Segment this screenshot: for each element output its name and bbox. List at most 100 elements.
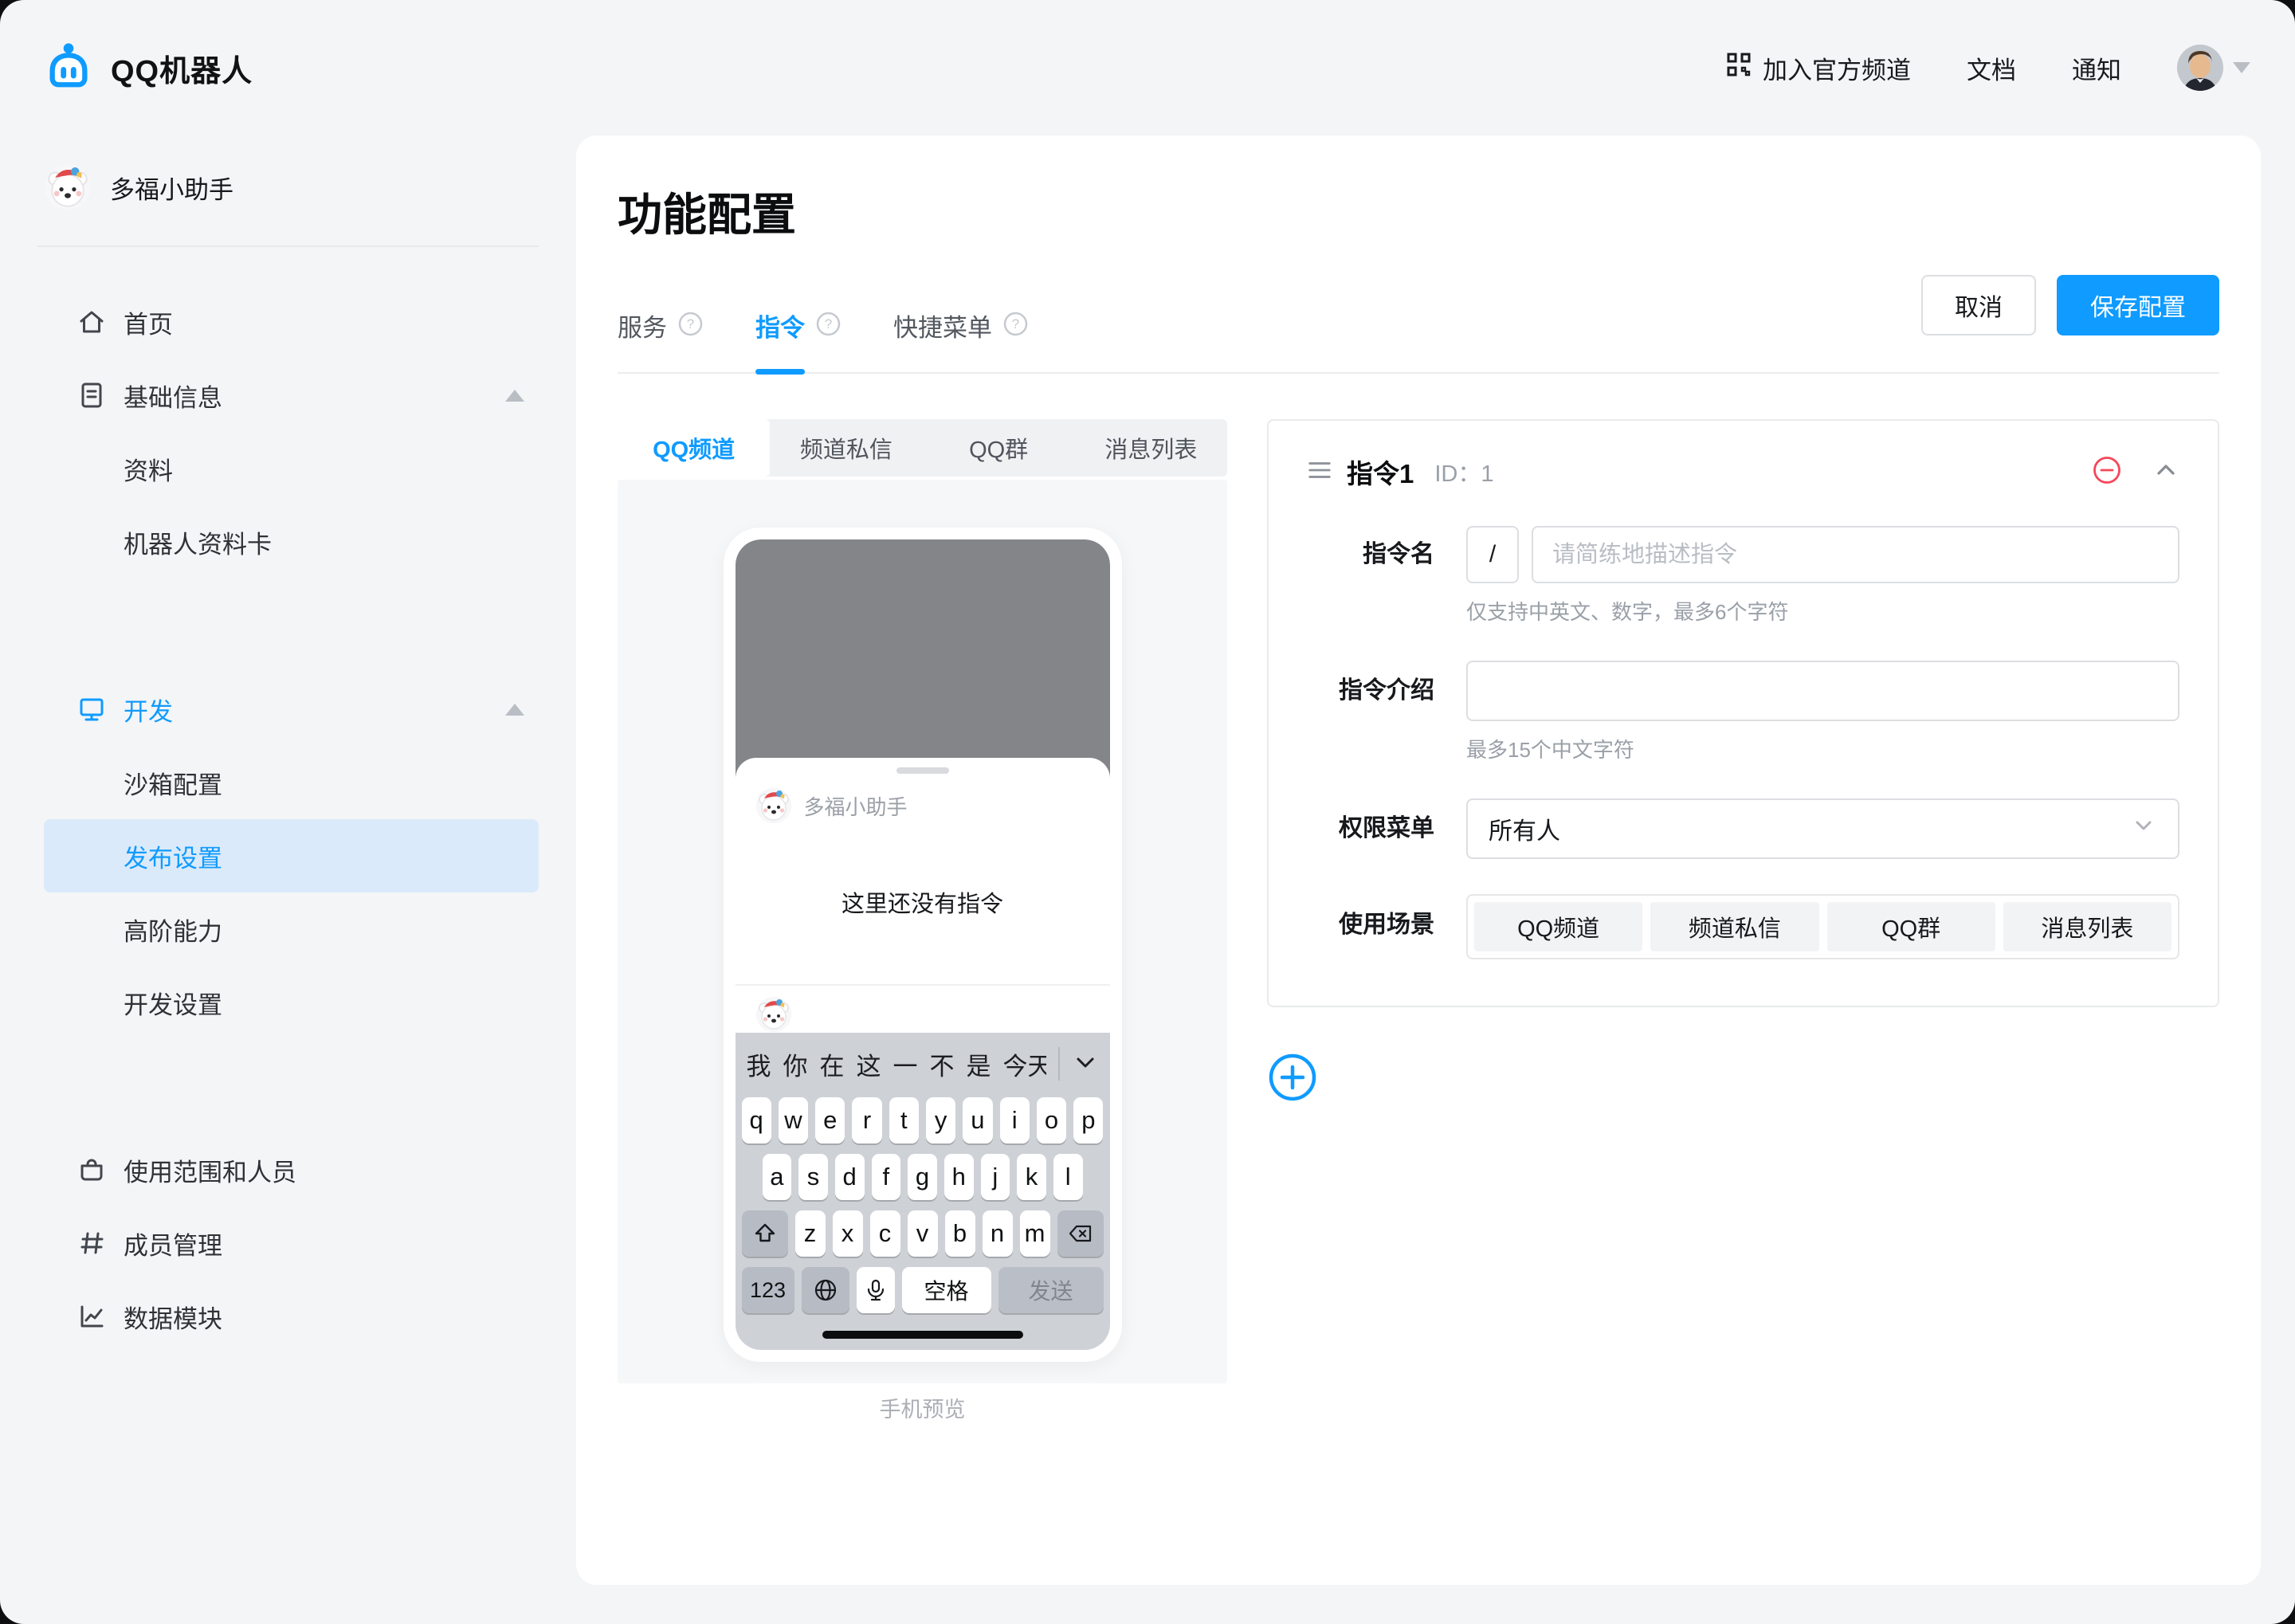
command-desc-input[interactable]: [1466, 661, 2179, 721]
sidebar-item-scope-and-people[interactable]: 使用范围和人员: [44, 1133, 539, 1206]
shift-key[interactable]: [742, 1210, 788, 1257]
chevron-down-icon: [2233, 62, 2250, 73]
save-config-button[interactable]: 保存配置: [2057, 275, 2219, 335]
suggestion[interactable]: 今天: [1003, 1046, 1046, 1082]
tab-service[interactable]: 服务 ?: [618, 308, 703, 372]
tab-quick-menu[interactable]: 快捷菜单 ?: [893, 308, 1028, 372]
key-w[interactable]: w: [779, 1097, 808, 1143]
sidebar-item-publish-settings[interactable]: 发布设置: [44, 819, 539, 892]
suggestion[interactable]: 是: [967, 1046, 991, 1082]
suggestion[interactable]: 不: [930, 1046, 955, 1082]
chevron-down-icon: [2130, 812, 2157, 845]
key-h[interactable]: h: [944, 1154, 974, 1200]
preview-tab-qq-group[interactable]: QQ群: [923, 419, 1075, 477]
key-u[interactable]: u: [963, 1097, 992, 1143]
send-key[interactable]: 发送: [998, 1267, 1104, 1313]
help-icon[interactable]: ?: [1003, 312, 1028, 340]
preview-tab-channel-dm[interactable]: 频道私信: [770, 419, 922, 477]
remove-command-icon[interactable]: [2092, 455, 2122, 489]
bot-avatar: [756, 788, 791, 823]
key-a[interactable]: a: [763, 1154, 792, 1200]
preview-tab-qq-channel[interactable]: QQ频道: [618, 419, 770, 477]
sidebar-item-basic-info[interactable]: 基础信息: [44, 359, 539, 432]
command-editor-column: 指令1 ID：1 指令名: [1267, 419, 2219, 1383]
nav-join-official-channel[interactable]: 加入官方频道: [1726, 50, 1911, 86]
sidebar-item-development[interactable]: 开发: [44, 673, 539, 746]
key-v[interactable]: v: [908, 1210, 938, 1257]
key-l[interactable]: l: [1053, 1154, 1083, 1200]
phone-mockup: 多福小助手 这里还没有指令: [724, 528, 1122, 1362]
chevron-down-icon[interactable]: [1072, 1049, 1099, 1080]
key-o[interactable]: o: [1037, 1097, 1066, 1143]
suggestion[interactable]: 你: [783, 1046, 808, 1082]
nav-notifications[interactable]: 通知: [2072, 50, 2121, 86]
preview-tab-message-list[interactable]: 消息列表: [1075, 419, 1227, 477]
preview-scene-tabs: QQ频道 频道私信 QQ群 消息列表: [618, 419, 1227, 477]
scene-channel-dm[interactable]: 频道私信: [1650, 902, 1818, 951]
scene-message-list[interactable]: 消息列表: [2003, 902, 2171, 951]
home-indicator[interactable]: [822, 1331, 1023, 1339]
collapse-arrow-icon[interactable]: [505, 704, 524, 716]
sidebar-item-home[interactable]: 首页: [44, 285, 539, 359]
suggestion[interactable]: 一: [893, 1046, 918, 1082]
key-j[interactable]: j: [981, 1154, 1010, 1200]
sidebar-item-dev-settings[interactable]: 开发设置: [44, 966, 539, 1039]
scene-qq-channel[interactable]: QQ频道: [1474, 902, 1642, 951]
sidebar-item-profile[interactable]: 资料: [44, 432, 539, 505]
qq-bot-logo-icon: [44, 41, 93, 95]
space-key[interactable]: 空格: [902, 1267, 991, 1313]
user-menu[interactable]: [2177, 45, 2250, 91]
suggestion[interactable]: 我: [747, 1046, 771, 1082]
backspace-key[interactable]: [1057, 1210, 1104, 1257]
key-m[interactable]: m: [1020, 1210, 1050, 1257]
add-command-button[interactable]: [1267, 1052, 1318, 1103]
key-p[interactable]: p: [1073, 1097, 1103, 1143]
key-f[interactable]: f: [872, 1154, 901, 1200]
permission-select[interactable]: 所有人: [1466, 798, 2179, 859]
collapse-card-icon[interactable]: [2152, 457, 2179, 488]
sender-avatar-tab[interactable]: [736, 986, 1110, 1033]
suggestion[interactable]: 这: [857, 1046, 881, 1082]
field-label: 使用场景: [1307, 894, 1434, 959]
key-i[interactable]: i: [1000, 1097, 1030, 1143]
key-g[interactable]: g: [908, 1154, 937, 1200]
bot-avatar: [756, 997, 791, 1032]
suggestion[interactable]: 在: [820, 1046, 845, 1082]
help-icon[interactable]: ?: [678, 312, 703, 340]
nav-docs[interactable]: 文档: [1967, 50, 2016, 86]
key-x[interactable]: x: [833, 1210, 863, 1257]
key-k[interactable]: k: [1017, 1154, 1046, 1200]
key-z[interactable]: z: [795, 1210, 826, 1257]
bot-profile[interactable]: 多福小助手: [0, 135, 576, 245]
svg-text:?: ?: [687, 316, 694, 331]
key-y[interactable]: y: [926, 1097, 955, 1143]
sidebar-item-bot-card[interactable]: 机器人资料卡: [44, 505, 539, 579]
command-sheet: 多福小助手 这里还没有指令: [736, 758, 1110, 1033]
key-d[interactable]: d: [835, 1154, 865, 1200]
mic-key[interactable]: [857, 1267, 895, 1313]
key-e[interactable]: e: [815, 1097, 845, 1143]
drag-handle-icon[interactable]: [1307, 458, 1332, 486]
command-content: QQ频道 频道私信 QQ群 消息列表: [618, 419, 2219, 1383]
collapse-arrow-icon[interactable]: [505, 390, 524, 402]
command-name-input[interactable]: [1532, 526, 2179, 583]
key-b[interactable]: b: [945, 1210, 975, 1257]
scene-qq-group[interactable]: QQ群: [1827, 902, 1995, 951]
key-q[interactable]: q: [742, 1097, 771, 1143]
key-r[interactable]: r: [852, 1097, 881, 1143]
help-icon[interactable]: ?: [816, 312, 841, 340]
key-c[interactable]: c: [870, 1210, 900, 1257]
sidebar-item-sandbox-config[interactable]: 沙箱配置: [44, 746, 539, 819]
key-n[interactable]: n: [983, 1210, 1013, 1257]
sidebar-item-member-management[interactable]: 成员管理: [44, 1206, 539, 1280]
sidebar-item-advanced-ability[interactable]: 高阶能力: [44, 892, 539, 966]
key-t[interactable]: t: [889, 1097, 919, 1143]
sidebar-item-data-module[interactable]: 数据模块: [44, 1280, 539, 1353]
globe-key[interactable]: [802, 1267, 849, 1313]
numbers-key[interactable]: 123: [742, 1267, 794, 1313]
tab-command[interactable]: 指令 ?: [755, 308, 841, 372]
key-s[interactable]: s: [798, 1154, 828, 1200]
cancel-button[interactable]: 取消: [1921, 275, 2036, 335]
sheet-drag-handle[interactable]: [896, 767, 949, 774]
hash-icon: [76, 1227, 108, 1259]
